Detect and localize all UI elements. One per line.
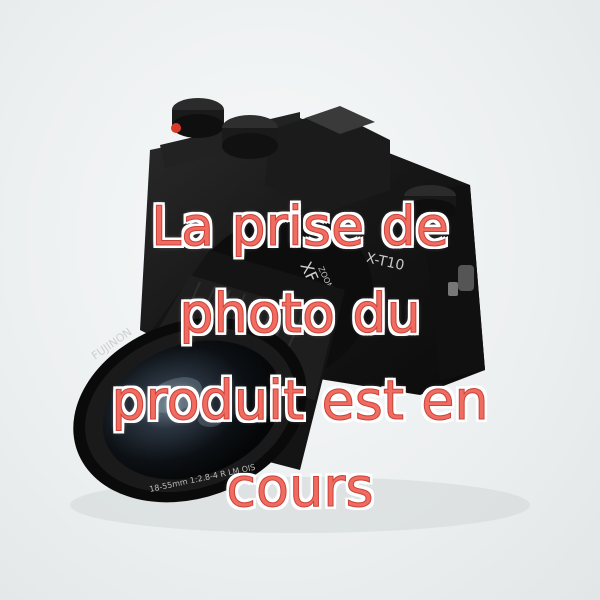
record-button [171, 123, 181, 133]
product-photo-placeholder: X-T10 XF ZOOM FUJINON 18-55mm 1:2.8-4 R … [0, 0, 600, 600]
status-caption: La prise de photo du produit est en cour… [40, 183, 560, 531]
caption-line-4: cours [226, 456, 374, 520]
shutter-dial [171, 98, 224, 138]
caption-line-3: produit est en [111, 369, 489, 433]
caption-line-2: photo du [179, 282, 421, 346]
caption-line-1: La prise de [151, 195, 450, 259]
exposure-dial [222, 115, 278, 159]
